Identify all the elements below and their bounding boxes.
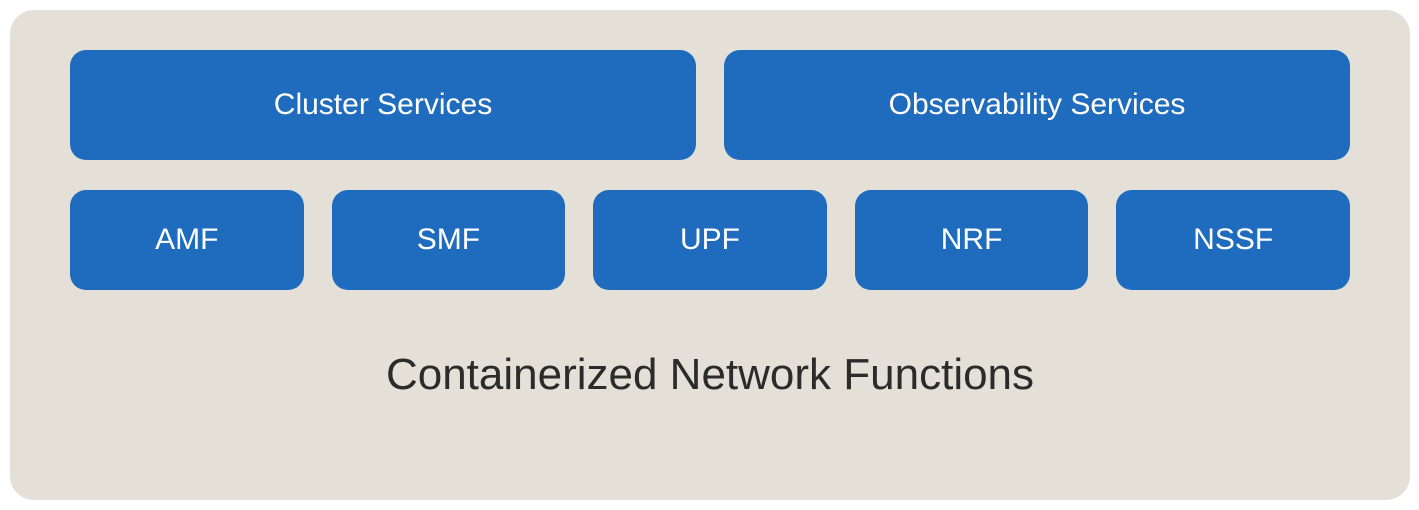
functions-row: AMF SMF UPF NRF NSSF [70,190,1350,290]
observability-services-label: Observability Services [889,88,1186,122]
diagram-title: Containerized Network Functions [70,350,1350,400]
upf-box: UPF [593,190,827,290]
nrf-box: NRF [855,190,1089,290]
cluster-services-box: Cluster Services [70,50,696,160]
smf-box: SMF [332,190,566,290]
cluster-services-label: Cluster Services [274,88,492,122]
nssf-box: NSSF [1116,190,1350,290]
amf-box: AMF [70,190,304,290]
observability-services-box: Observability Services [724,50,1350,160]
upf-label: UPF [680,223,740,257]
smf-label: SMF [417,223,480,257]
services-row: Cluster Services Observability Services [70,50,1350,160]
nrf-label: NRF [941,223,1003,257]
diagram-container: Cluster Services Observability Services … [10,10,1410,500]
nssf-label: NSSF [1193,223,1273,257]
amf-label: AMF [155,223,218,257]
